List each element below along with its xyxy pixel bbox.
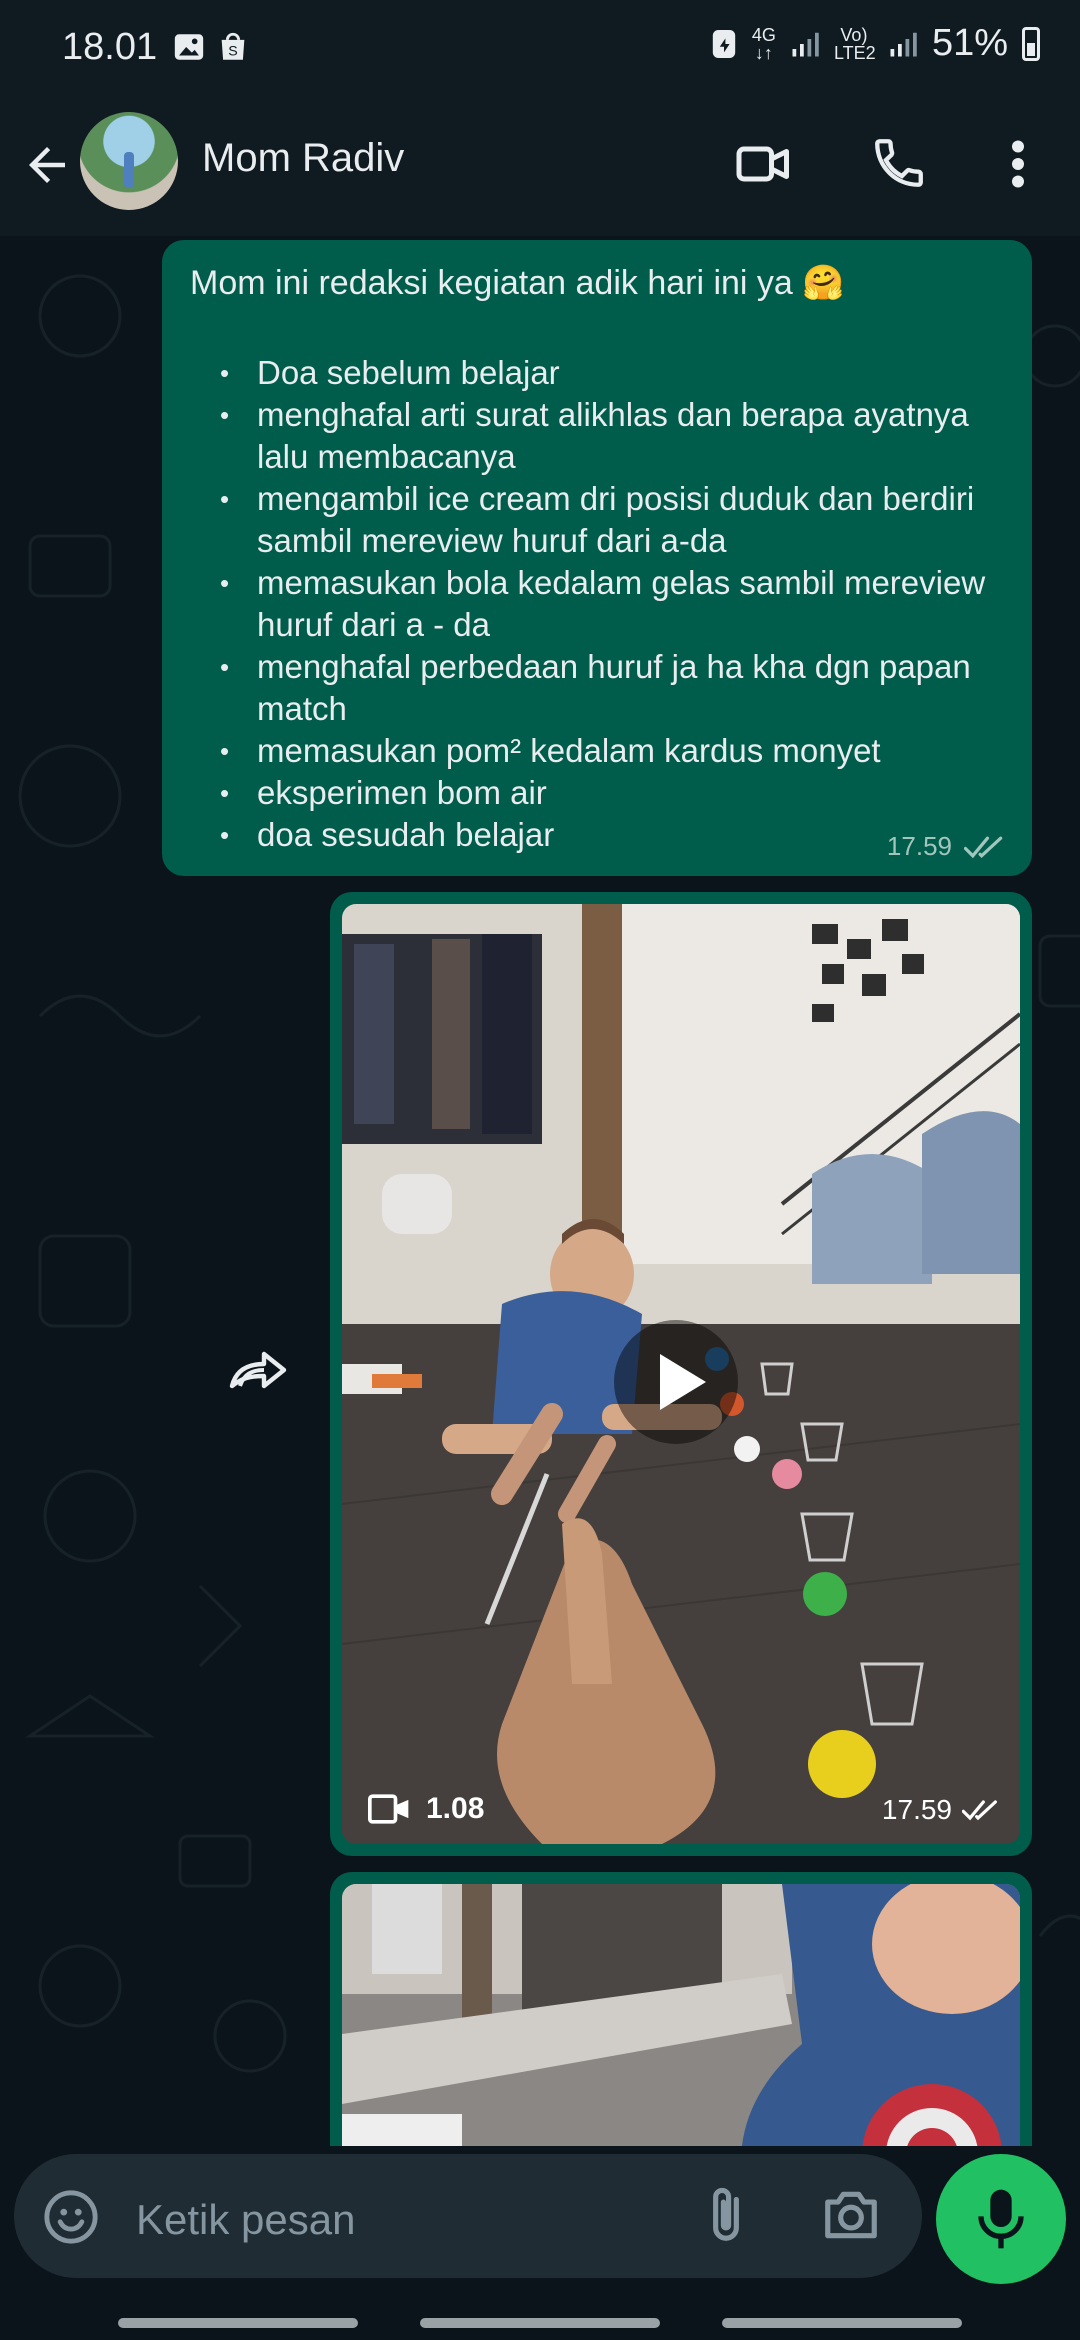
duration-text: 1.08 bbox=[426, 1792, 485, 1825]
list-item: menghafal perbedaan huruf ja ha kha dgn … bbox=[190, 646, 1004, 730]
message-meta: 17.59 bbox=[887, 831, 1008, 862]
contact-name[interactable]: Mom Radiv bbox=[202, 136, 404, 181]
network-type: 4G ↓↑ bbox=[751, 24, 776, 63]
list-item: memasukan pom² kedalam kardus monyet bbox=[190, 730, 1004, 772]
battery-percent: 51% bbox=[931, 22, 1008, 64]
nav-home[interactable] bbox=[420, 2318, 660, 2328]
message-input[interactable]: Ketik pesan bbox=[14, 2154, 922, 2278]
video-duration: 1.08 bbox=[368, 1792, 484, 1826]
double-check-icon bbox=[962, 1800, 997, 1821]
status-system-icons: 4G ↓↑ Vo) LTE2 51% bbox=[710, 22, 1040, 65]
status-bar: 18.01 S 4G ↓↑ Vo) LTE2 51% bbox=[0, 0, 1080, 100]
chat-header: Mom Radiv bbox=[0, 100, 1080, 236]
outgoing-video-message[interactable] bbox=[330, 1872, 1032, 2146]
camera-icon[interactable] bbox=[820, 2186, 882, 2244]
message-meta: 17.59 bbox=[882, 1794, 1002, 1826]
battery-icon bbox=[1022, 26, 1040, 61]
video-call-icon[interactable] bbox=[734, 134, 794, 194]
emoji-icon[interactable] bbox=[42, 2188, 100, 2246]
mic-icon bbox=[978, 2189, 1024, 2249]
avatar[interactable] bbox=[80, 112, 178, 210]
outgoing-video-message[interactable]: 1.08 17.59 bbox=[330, 892, 1032, 1856]
list-item: memasukan bola kedalam gelas sambil mere… bbox=[190, 562, 1004, 646]
system-nav-bar bbox=[0, 2300, 1080, 2340]
back-arrow-icon[interactable] bbox=[20, 138, 74, 192]
double-check-icon bbox=[964, 836, 1003, 858]
message-time: 17.59 bbox=[886, 831, 952, 861]
nav-recents[interactable] bbox=[118, 2318, 358, 2328]
list-item: Doa sebelum belajar bbox=[190, 352, 1004, 394]
message-title: Mom ini redaksi kegiatan adik hari ini y… bbox=[190, 264, 845, 302]
activity-list: Doa sebelum belajar menghafal arti surat… bbox=[190, 352, 1004, 856]
video-scene bbox=[342, 1884, 1020, 2146]
gallery-icon bbox=[174, 34, 204, 60]
signal-icon bbox=[792, 32, 819, 56]
play-icon bbox=[660, 1354, 706, 1410]
list-item: eksperimen bom air bbox=[190, 772, 1004, 814]
list-item: menghafal arti surat alikhlas dan berapa… bbox=[190, 394, 1004, 478]
list-item: mengambil ice cream dri posisi duduk dan… bbox=[190, 478, 1004, 562]
voice-call-icon[interactable] bbox=[870, 134, 928, 192]
attach-icon[interactable] bbox=[700, 2184, 752, 2246]
status-notification-icons: S bbox=[172, 30, 250, 64]
message-time: 17.59 bbox=[881, 1794, 952, 1825]
video-thumbnail[interactable] bbox=[342, 1884, 1020, 2146]
forward-icon[interactable] bbox=[228, 1346, 292, 1394]
signal-2-icon bbox=[890, 32, 917, 56]
list-item: doa sesudah belajar bbox=[190, 814, 1004, 856]
chat-area[interactable]: Mom ini redaksi kegiatan adik hari ini y… bbox=[0, 236, 1080, 2146]
voice-record-button[interactable] bbox=[936, 2154, 1066, 2284]
video-camera-icon bbox=[368, 1794, 409, 1824]
shop-icon: S bbox=[221, 32, 245, 60]
volte-label: Vo) LTE2 bbox=[833, 24, 876, 63]
message-placeholder: Ketik pesan bbox=[136, 2196, 356, 2243]
nav-back[interactable] bbox=[722, 2318, 962, 2328]
video-thumbnail[interactable]: 1.08 17.59 bbox=[342, 904, 1020, 1844]
more-icon[interactable] bbox=[1000, 134, 1036, 194]
outgoing-text-message[interactable]: Mom ini redaksi kegiatan adik hari ini y… bbox=[162, 240, 1032, 876]
status-time: 18.01 bbox=[62, 26, 158, 68]
data-saver-icon bbox=[712, 29, 736, 58]
play-button[interactable] bbox=[614, 1320, 738, 1444]
svg-text:S: S bbox=[228, 44, 237, 60]
